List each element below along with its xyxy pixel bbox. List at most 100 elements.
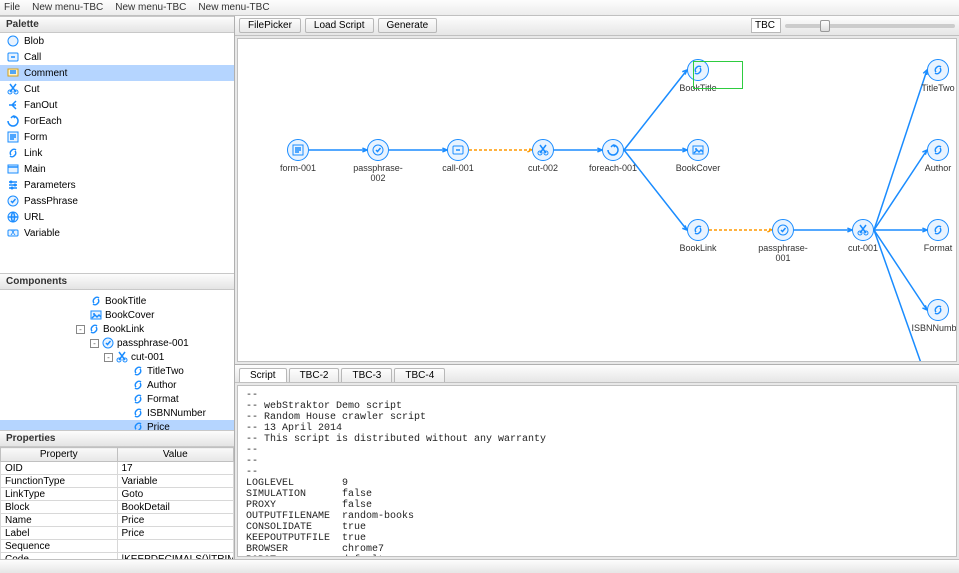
node-bookcover[interactable]: BookCover [668,139,728,173]
menu-item[interactable]: New menu-TBC [198,2,269,13]
tree-toggle[interactable]: - [90,339,99,348]
tree-item-cut-001[interactable]: -cut-001 [0,350,234,364]
prop-value[interactable]: BookDetail [117,501,234,514]
node-titletwo[interactable]: TitleTwo [908,59,957,93]
tree-label: TitleTwo [147,366,184,377]
property-row[interactable]: NamePrice [1,514,234,527]
image-icon [89,308,103,322]
call-icon [447,139,469,161]
palette-item-variable[interactable]: xVariable [0,225,234,241]
palette-item-comment[interactable]: Comment [0,65,234,81]
palette-item-label: FanOut [24,100,57,111]
tree-item-passphrase-001[interactable]: -passphrase-001 [0,336,234,350]
node-form-001[interactable]: form-001 [268,139,328,173]
prop-value[interactable] [117,540,234,553]
slider-thumb[interactable] [820,20,830,32]
palette-item-call[interactable]: Call [0,49,234,65]
tab-tbc-4[interactable]: TBC-4 [394,368,445,382]
prop-value[interactable]: Price [117,527,234,540]
tree-item-titletwo[interactable]: TitleTwo [0,364,234,378]
tab-script[interactable]: Script [239,368,287,382]
palette-item-label: Link [24,148,42,159]
image-icon [687,139,709,161]
link-icon [131,378,145,392]
node-booklink[interactable]: BookLink [668,219,728,253]
node-cut-001[interactable]: cut-001 [833,219,893,253]
prop-value[interactable]: Variable [117,475,234,488]
tree-item-author[interactable]: Author [0,378,234,392]
tree-item-price[interactable]: Price [0,420,234,430]
node-passphrase-002[interactable]: passphrase-002 [348,139,408,183]
menu-item[interactable]: File [4,2,20,13]
node-call-001[interactable]: call-001 [428,139,488,173]
link-icon [131,406,145,420]
node-format[interactable]: Format [908,219,957,253]
tree-item-booklink[interactable]: -BookLink [0,322,234,336]
tree-item-isbnnumber[interactable]: ISBNNumber [0,406,234,420]
tree-item-booktitle[interactable]: BookTitle [0,294,234,308]
load-script-button[interactable]: Load Script [305,18,374,33]
menu-item[interactable]: New menu-TBC [115,2,186,13]
node-isbn[interactable]: ISBNNumber [908,299,957,333]
prop-value[interactable]: 17 [117,462,234,475]
palette-item-fanout[interactable]: FanOut [0,97,234,113]
node-foreach-001[interactable]: foreach-001 [583,139,643,173]
node-label: ISBNNumber [908,323,957,333]
prop-value[interactable]: Goto [117,488,234,501]
node-label: BookCover [668,163,728,173]
menu-item[interactable]: New menu-TBC [32,2,103,13]
property-row[interactable]: BlockBookDetail [1,501,234,514]
tree-item-bookcover[interactable]: BookCover [0,308,234,322]
tab-tbc-2[interactable]: TBC-2 [289,368,340,382]
tree-toggle[interactable]: - [104,353,113,362]
palette-item-cut[interactable]: Cut [0,81,234,97]
prop-name: FunctionType [1,475,118,488]
node-passphrase-001[interactable]: passphrase-001 [753,219,813,263]
node-cut-002[interactable]: cut-002 [513,139,573,173]
palette-item-blob[interactable]: Blob [0,33,234,49]
foreach-icon [602,139,624,161]
palette-item-passphrase[interactable]: PassPhrase [0,193,234,209]
node-label: cut-001 [833,243,893,253]
tree-label: BookTitle [105,296,146,307]
canvas[interactable]: form-001 passphrase-002 call-001 cut-002 for… [237,38,957,362]
property-row[interactable]: FunctionTypeVariable [1,475,234,488]
palette-item-label: Cut [24,84,40,95]
palette-item-form[interactable]: Form [0,129,234,145]
cut-icon [115,350,129,364]
palette-item-link[interactable]: Link [0,145,234,161]
prop-name: Block [1,501,118,514]
palette-item-main[interactable]: Main [0,161,234,177]
filepicker-button[interactable]: FilePicker [239,18,301,33]
tab-tbc-3[interactable]: TBC-3 [341,368,392,382]
node-label: foreach-001 [583,163,643,173]
palette-item-url[interactable]: URL [0,209,234,225]
link-icon [131,420,145,430]
passphrase-icon [101,336,115,350]
palette-item-foreach[interactable]: ForEach [0,113,234,129]
tree-item-format[interactable]: Format [0,392,234,406]
script-editor[interactable]: -- -- webStraktor Demo script -- Random … [237,385,957,557]
toolbar: FilePicker Load Script Generate TBC [235,16,959,36]
tbc-input[interactable]: TBC [751,18,781,33]
node-author[interactable]: Author [908,139,957,173]
bottom-tabs: ScriptTBC-2TBC-3TBC-4 [235,365,959,383]
tree-label: Price [147,422,170,431]
tree-toggle[interactable]: - [76,325,85,334]
property-row[interactable]: LabelPrice [1,527,234,540]
zoom-slider[interactable] [785,24,955,28]
palette-item-parameters[interactable]: Parameters [0,177,234,193]
prop-header[interactable]: Property [1,448,118,462]
property-row[interactable]: Sequence [1,540,234,553]
components-title: Components [0,273,234,290]
node-label: TitleTwo [908,83,957,93]
url-icon [6,210,20,224]
property-row[interactable]: OID17 [1,462,234,475]
value-header[interactable]: Value [117,448,234,462]
svg-text:x: x [11,227,16,238]
generate-button[interactable]: Generate [378,18,438,33]
property-row[interactable]: LinkTypeGoto [1,488,234,501]
prop-value[interactable]: Price [117,514,234,527]
node-label: call-001 [428,163,488,173]
prop-name: Name [1,514,118,527]
